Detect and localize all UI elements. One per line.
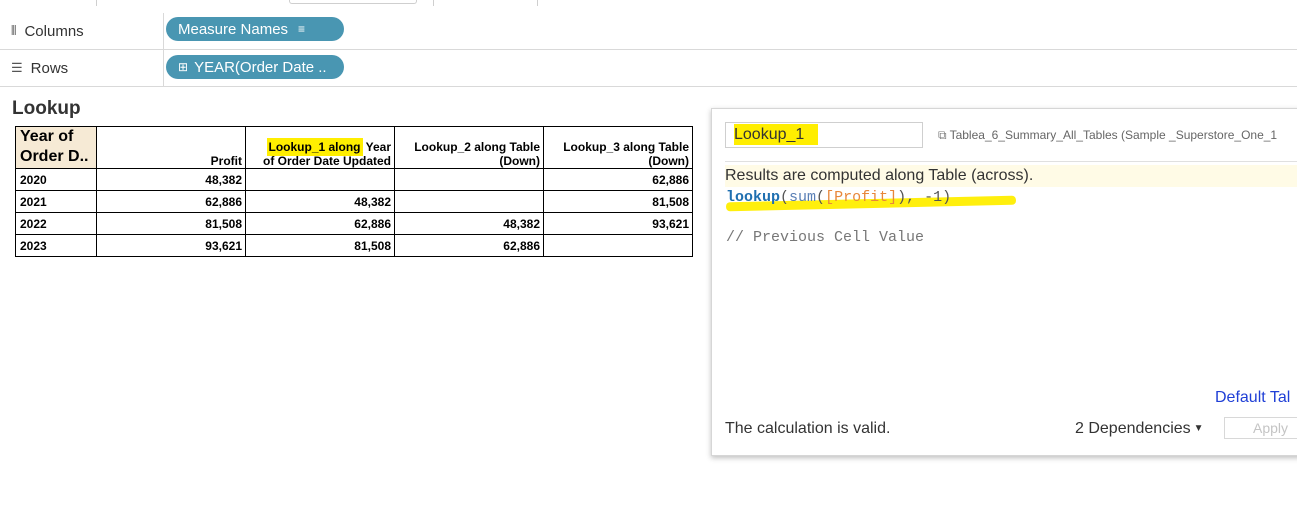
lookup2-cell[interactable] <box>394 190 544 213</box>
code-punct: , -1) <box>906 189 952 206</box>
code-function: lookup <box>726 189 781 206</box>
columns-shelf[interactable]: ⫴ Columns Measure Names ≡ <box>0 13 1297 50</box>
rows-label-text: Rows <box>30 59 69 77</box>
year-cell[interactable]: 2021 <box>15 190 97 213</box>
profit-cell[interactable]: 48,382 <box>96 168 246 191</box>
profit-cell[interactable]: 81,508 <box>96 212 246 235</box>
table-row: 2021 62,886 48,382 81,508 <box>15 190 693 213</box>
column-header-profit[interactable]: Profit <box>96 126 246 169</box>
datasource-text: Tablea_6_Summary_All_Tables (Sample _Sup… <box>949 128 1278 142</box>
toolbar-divider <box>537 0 538 6</box>
datasource-label: ⧉ Tablea_6_Summary_All_Tables (Sample _Su… <box>938 128 1277 143</box>
pill-label: Measure Names <box>178 20 289 38</box>
view-title: Lookup <box>12 98 81 119</box>
caret-down-icon: ▼ <box>1193 423 1204 434</box>
formula-comment: // Previous Cell Value <box>726 229 925 246</box>
header-text: (Down) <box>499 154 540 168</box>
expand-plus-icon[interactable]: ⊞ <box>178 60 188 74</box>
year-order-date-pill[interactable]: ⊞ YEAR(Order Date .. <box>166 55 344 79</box>
validation-status: The calculation is valid. <box>725 420 891 437</box>
datasource-icon: ⧉ <box>938 128 947 142</box>
columns-shelf-label: ⫴ Columns <box>0 13 164 49</box>
header-text: of Order Date Updated <box>262 154 391 168</box>
measure-names-pill[interactable]: Measure Names ≡ <box>166 17 344 41</box>
header-text: Lookup_2 along Table <box>414 140 540 154</box>
rows-shelf[interactable]: ☰ Rows ⊞ YEAR(Order Date .. <box>0 50 1297 87</box>
lookup3-cell[interactable]: 81,508 <box>543 190 693 213</box>
lookup1-cell[interactable]: 48,382 <box>245 190 395 213</box>
column-header-lookup1[interactable]: Lookup_1 along Year of Order Date Updated <box>245 126 395 169</box>
lookup3-cell[interactable]: 93,621 <box>543 212 693 235</box>
apply-button[interactable]: Apply <box>1224 417 1297 439</box>
header-text: (Down) <box>648 154 689 168</box>
top-toolbar-strip <box>0 0 1297 14</box>
header-text: Lookup_3 along Table <box>563 140 689 154</box>
lookup3-cell[interactable]: 62,886 <box>543 168 693 191</box>
profit-cell[interactable]: 62,886 <box>96 190 246 213</box>
lookup2-cell[interactable]: 48,382 <box>394 212 544 235</box>
lookup1-cell[interactable]: 62,886 <box>245 212 395 235</box>
column-header-lookup3[interactable]: Lookup_3 along Table (Down) <box>543 126 693 169</box>
dependencies-text: 2 Dependencies <box>1075 420 1191 437</box>
row-header-year[interactable]: Year of Order D.. <box>15 126 97 169</box>
code-punct: ( <box>780 189 790 206</box>
year-cell[interactable]: 2020 <box>15 168 97 191</box>
columns-label-text: Columns <box>24 22 84 40</box>
crosstab-table: Year of Order D.. Profit Lookup_1 along … <box>15 126 693 257</box>
calc-name-input[interactable]: Lookup_1 <box>725 122 923 148</box>
column-header-lookup2[interactable]: Lookup_2 along Table (Down) <box>394 126 544 169</box>
toolbar-divider <box>433 0 434 6</box>
rows-icon: ☰ <box>11 60 23 75</box>
sort-icon: ≡ <box>298 22 305 36</box>
profit-cell[interactable]: 93,621 <box>96 234 246 257</box>
table-row: 2022 81,508 62,886 48,382 93,621 <box>15 212 693 235</box>
lookup2-cell[interactable]: 62,886 <box>394 234 544 257</box>
lookup2-cell[interactable] <box>394 168 544 191</box>
compute-note: Results are computed along Table (across… <box>725 165 1297 187</box>
code-field: [Profit] <box>825 189 898 206</box>
code-punct: ) <box>897 189 907 206</box>
table-row: 2020 48,382 62,886 <box>15 168 693 191</box>
lookup1-cell[interactable]: 81,508 <box>245 234 395 257</box>
year-cell[interactable]: 2022 <box>15 212 97 235</box>
calc-name-text: Lookup_1 <box>734 124 819 145</box>
lookup1-cell[interactable] <box>245 168 395 191</box>
code-function: sum <box>789 189 817 206</box>
rows-shelf-label: ☰ Rows <box>0 50 164 86</box>
divider <box>725 161 1297 162</box>
code-punct: ( <box>816 189 826 206</box>
table-row: 2023 93,621 81,508 62,886 <box>15 234 693 257</box>
toolbar-divider <box>96 0 97 6</box>
toolbar-tab-edge <box>289 0 417 4</box>
lookup3-cell[interactable] <box>543 234 693 257</box>
formula-editor[interactable]: lookup(sum([Profit]), -1) <box>726 187 951 208</box>
calculation-editor: Lookup_1 ⧉ Tablea_6_Summary_All_Tables (S… <box>711 108 1297 456</box>
year-cell[interactable]: 2023 <box>15 234 97 257</box>
pill-label: YEAR(Order Date .. <box>194 58 327 76</box>
columns-icon: ⫴ <box>11 23 17 38</box>
dependencies-dropdown[interactable]: 2 Dependencies ▼ <box>1075 420 1204 438</box>
default-table-link[interactable]: Default Tal <box>1215 389 1290 407</box>
header-text: Year <box>362 140 391 154</box>
